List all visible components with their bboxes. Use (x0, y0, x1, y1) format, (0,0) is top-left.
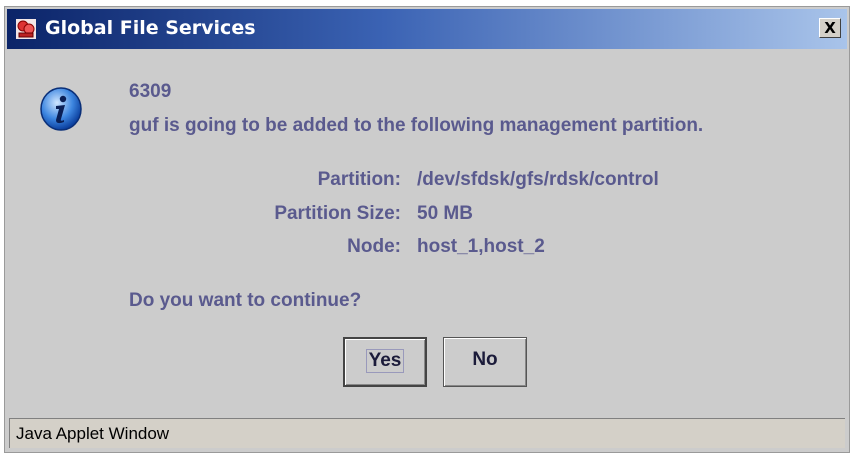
yes-button-label: Yes (365, 349, 405, 373)
no-button[interactable]: No (443, 337, 527, 387)
app-icon (16, 19, 36, 39)
node-label: Node: (347, 236, 401, 257)
message-code: 6309 (129, 81, 172, 102)
partition-size-label: Partition Size: (274, 203, 401, 224)
partition-value: /dev/sfdsk/gfs/rdsk/control (417, 169, 659, 190)
dialog-window: Global File Services X 6309 guf is going… (4, 6, 850, 453)
window-title: Global File Services (45, 17, 256, 39)
node-value: host_1,host_2 (417, 236, 545, 257)
yes-button[interactable]: Yes (343, 337, 427, 387)
information-icon (40, 87, 82, 131)
confirm-question: Do you want to continue? (129, 290, 362, 311)
partition-size-value: 50 MB (417, 203, 473, 224)
message-text: guf is going to be added to the followin… (129, 115, 704, 136)
close-button[interactable]: X (819, 18, 841, 38)
title-bar[interactable]: Global File Services X (7, 9, 847, 49)
status-text: Java Applet Window (16, 424, 170, 443)
status-bar: Java Applet Window (9, 418, 845, 448)
partition-label: Partition: (317, 169, 401, 190)
